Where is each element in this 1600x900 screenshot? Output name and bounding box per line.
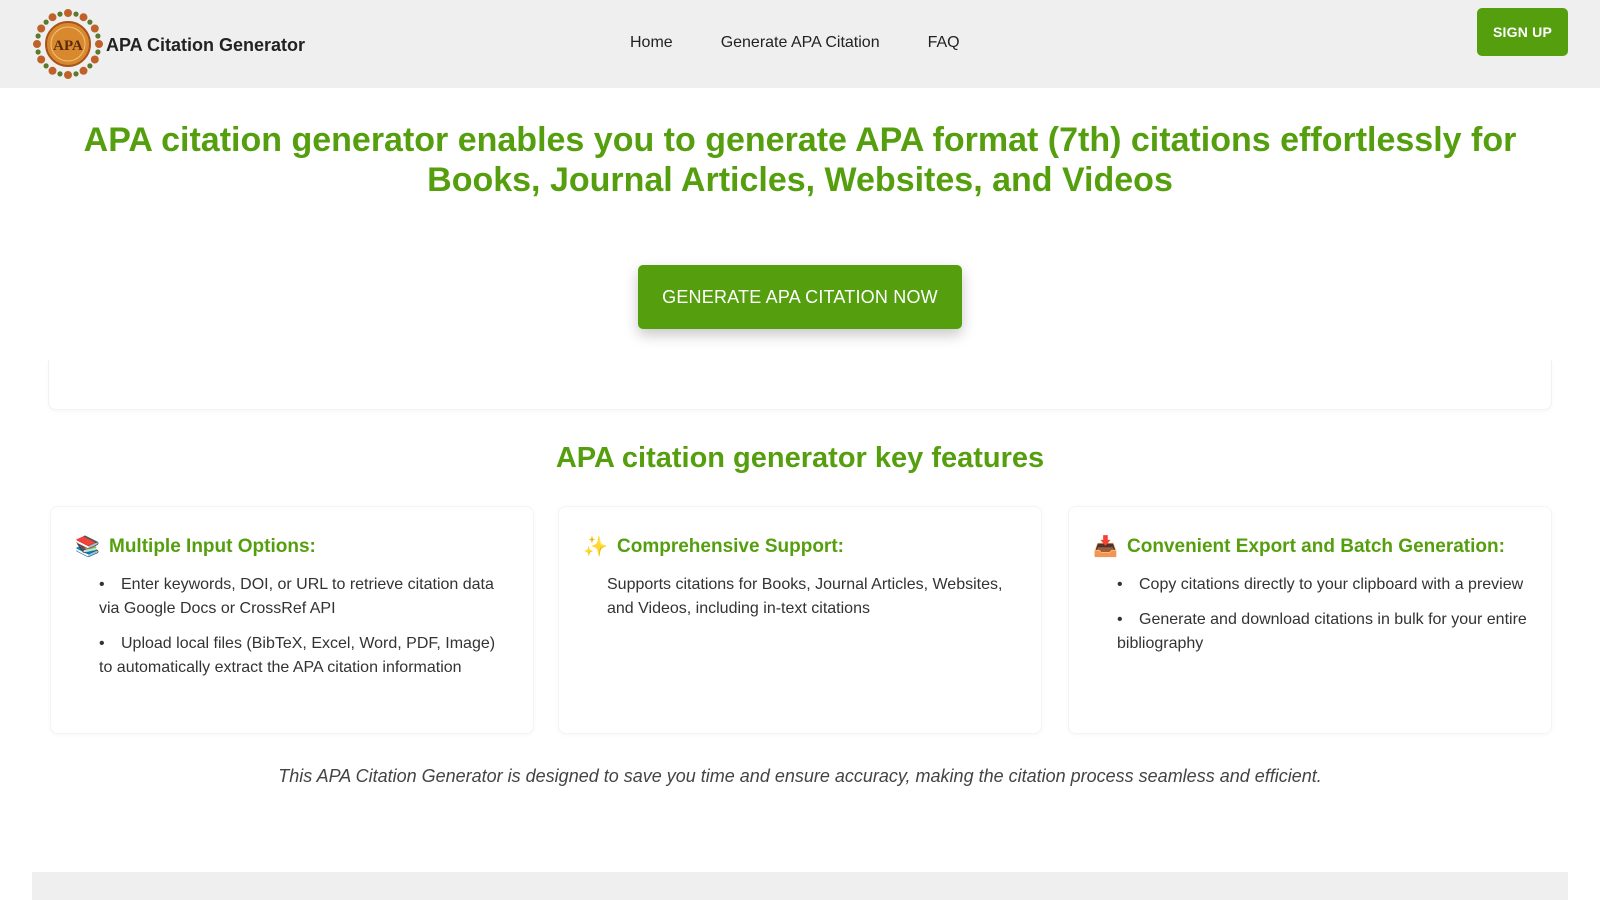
nav-home[interactable]: Home bbox=[630, 34, 673, 52]
list-item: Enter keywords, DOI, or URL to retrieve … bbox=[99, 573, 509, 621]
sparkles-icon: ✨ bbox=[583, 536, 608, 558]
inbox-tray-icon: 📥 bbox=[1093, 536, 1118, 558]
feature-list: Copy citations directly to your clipboar… bbox=[1093, 573, 1527, 656]
features-title: APA citation generator key features bbox=[555, 442, 1045, 474]
brand[interactable]: APA APA Citation Generator bbox=[32, 8, 305, 80]
site-header: APA APA Citation Generator Home Generate… bbox=[0, 0, 1600, 88]
feature-card-title: Convenient Export and Batch Generation: bbox=[1127, 536, 1505, 557]
brand-name: APA Citation Generator bbox=[106, 34, 306, 55]
list-item: Upload local files (BibTeX, Excel, Word,… bbox=[99, 632, 509, 680]
feature-card-export-batch: 📥 Convenient Export and Batch Generation… bbox=[1068, 506, 1552, 734]
svg-text:APA: APA bbox=[53, 38, 83, 54]
feature-card-input-options: 📚 Multiple Input Options: Enter keywords… bbox=[50, 506, 534, 734]
feature-list: Enter keywords, DOI, or URL to retrieve … bbox=[75, 573, 509, 680]
divider-panel bbox=[48, 360, 1552, 410]
footer-band bbox=[32, 872, 1568, 900]
books-icon: 📚 bbox=[75, 536, 100, 558]
list-item: Generate and download citations in bulk … bbox=[1117, 608, 1527, 656]
tagline: This APA Citation Generator is designed … bbox=[278, 766, 1322, 786]
nav-faq[interactable]: FAQ bbox=[928, 34, 960, 52]
main-nav: Home Generate APA Citation FAQ bbox=[630, 34, 1008, 52]
sign-up-button[interactable]: SIGN UP bbox=[1477, 8, 1568, 56]
generate-citation-now-button[interactable]: GENERATE APA CITATION NOW bbox=[638, 265, 962, 329]
nav-generate-apa-citation[interactable]: Generate APA Citation bbox=[721, 34, 880, 52]
apa-logo-icon: APA bbox=[33, 9, 103, 79]
feature-card-comprehensive-support: ✨ Comprehensive Support: Supports citati… bbox=[558, 506, 1042, 734]
feature-description: Supports citations for Books, Journal Ar… bbox=[607, 576, 1003, 617]
feature-card-title: Comprehensive Support: bbox=[617, 536, 844, 557]
feature-card-title: Multiple Input Options: bbox=[109, 536, 316, 557]
list-item: Copy citations directly to your clipboar… bbox=[1117, 573, 1527, 597]
hero-title: APA citation generator enables you to ge… bbox=[83, 121, 1517, 199]
